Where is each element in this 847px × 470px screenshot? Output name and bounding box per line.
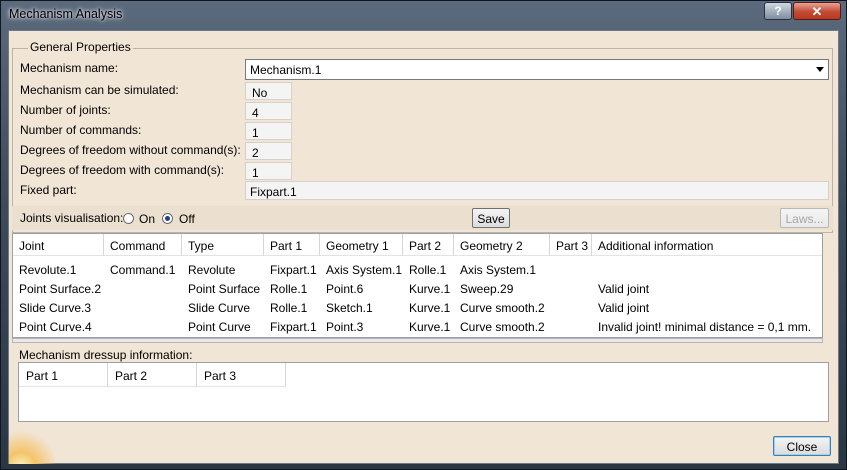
- joints-count-label: Number of joints:: [20, 103, 111, 117]
- joints-count-value: 4: [245, 102, 292, 120]
- part-2-cell[interactable]: Rolle.1: [403, 263, 446, 277]
- column-header-joint[interactable]: Joint: [13, 234, 104, 256]
- visualisation-off-radio[interactable]: [162, 213, 173, 224]
- help-button[interactable]: ?: [764, 2, 792, 20]
- geometry-1-cell[interactable]: Point.6: [320, 282, 363, 296]
- column-header-geometry-1[interactable]: Geometry 1: [320, 234, 403, 256]
- column-header-part-3[interactable]: Part 3: [550, 234, 592, 256]
- visualisation-on-label: On: [139, 212, 156, 226]
- fixed-part-value: Fixpart.1: [245, 181, 829, 200]
- joints-table-scrollbar[interactable]: [12, 338, 823, 343]
- visualisation-on-radio[interactable]: [123, 213, 134, 224]
- type-cell[interactable]: Point Curve: [182, 320, 251, 334]
- dressup-table: Part 1 Part 2 Part 3: [18, 362, 829, 422]
- save-button[interactable]: Save: [472, 208, 510, 228]
- geometry-2-cell[interactable]: Curve smooth.2: [454, 301, 545, 315]
- column-header-command[interactable]: Command: [104, 234, 182, 256]
- visualisation-off-label: Off: [179, 212, 195, 226]
- dof-with-command-label: Degrees of freedom with command(s):: [20, 163, 225, 177]
- joints-visualisation-label: Joints visualisation:: [20, 211, 124, 225]
- window-title: Mechanism Analysis: [9, 7, 123, 21]
- joint-cell[interactable]: Slide Curve.3: [13, 301, 91, 315]
- laws-button[interactable]: Laws...: [780, 208, 829, 228]
- geometry-2-cell[interactable]: Sweep.29: [454, 282, 513, 296]
- command-cell[interactable]: Command.1: [104, 263, 175, 277]
- chevron-down-icon[interactable]: [816, 67, 824, 72]
- fixed-part-label: Fixed part:: [20, 183, 77, 197]
- dressup-header-part-1[interactable]: Part 1: [19, 363, 108, 387]
- commands-count-label: Number of commands:: [20, 123, 142, 137]
- dressup-header-part-2[interactable]: Part 2: [108, 363, 197, 387]
- column-header-type[interactable]: Type: [182, 234, 264, 256]
- part-2-cell[interactable]: Kurve.1: [403, 320, 450, 334]
- column-header-geometry-2[interactable]: Geometry 2: [454, 234, 550, 256]
- title-bar[interactable]: Mechanism Analysis ? ✕: [1, 1, 846, 29]
- part-1-cell[interactable]: Fixpart.1: [264, 320, 317, 334]
- geometry-1-cell[interactable]: Axis System.1: [320, 263, 402, 277]
- dressup-header-part-3[interactable]: Part 3: [197, 363, 286, 387]
- additional-info-cell[interactable]: Valid joint: [592, 301, 649, 315]
- type-cell[interactable]: Revolute: [182, 263, 235, 277]
- window-close-button[interactable]: ✕: [793, 2, 841, 20]
- joint-cell[interactable]: Revolute.1: [13, 263, 76, 277]
- geometry-2-cell[interactable]: Axis System.1: [454, 263, 536, 277]
- dof-without-command-label: Degrees of freedom without command(s):: [20, 143, 241, 157]
- part-1-cell[interactable]: Rolle.1: [264, 301, 307, 315]
- part-1-cell[interactable]: Fixpart.1: [264, 263, 317, 277]
- column-header-part-2[interactable]: Part 2: [403, 234, 454, 256]
- geometry-2-cell[interactable]: Curve smooth.2: [454, 320, 545, 334]
- part-1-cell[interactable]: Rolle.1: [264, 282, 307, 296]
- additional-info-cell[interactable]: Invalid joint! minimal distance = 0,1 mm…: [592, 320, 811, 334]
- type-cell[interactable]: Point Surface: [182, 282, 260, 296]
- column-header-part-1[interactable]: Part 1: [264, 234, 320, 256]
- dof-with-command-value: 1: [245, 162, 292, 180]
- additional-info-cell[interactable]: Valid joint: [592, 282, 649, 296]
- joints-table: Joint Command Type Part 1 Geometry 1 Par…: [12, 233, 823, 338]
- commands-count-value: 1: [245, 122, 292, 140]
- close-button[interactable]: Close: [773, 436, 831, 456]
- dof-without-command-value: 2: [245, 142, 292, 160]
- joint-cell[interactable]: Point Surface.2: [13, 282, 101, 296]
- type-cell[interactable]: Slide Curve: [182, 301, 250, 315]
- joint-cell[interactable]: Point Curve.4: [13, 320, 92, 334]
- mechanism-name-value: Mechanism.1: [250, 63, 322, 77]
- decorative-glow: [9, 427, 55, 464]
- column-header-additional-info[interactable]: Additional information: [592, 234, 822, 256]
- dialog-client-area: General Properties Mechanism name: Mecha…: [8, 30, 839, 464]
- can-simulate-value: No: [245, 82, 292, 100]
- mechanism-analysis-window: Mechanism Analysis ? ✕ General Propertie…: [0, 0, 847, 470]
- part-2-cell[interactable]: Kurve.1: [403, 301, 450, 315]
- geometry-1-cell[interactable]: Sketch.1: [320, 301, 373, 315]
- mechanism-name-label: Mechanism name:: [20, 61, 119, 75]
- part-2-cell[interactable]: Kurve.1: [403, 282, 450, 296]
- mechanism-name-select[interactable]: Mechanism.1: [245, 59, 829, 80]
- joints-visualisation-bar: Joints visualisation: On Off Save Laws..…: [12, 206, 833, 230]
- can-simulate-label: Mechanism can be simulated:: [20, 83, 179, 97]
- dressup-info-label: Mechanism dressup information:: [19, 348, 193, 362]
- general-properties-legend: General Properties: [28, 40, 133, 54]
- geometry-1-cell[interactable]: Point.3: [320, 320, 363, 334]
